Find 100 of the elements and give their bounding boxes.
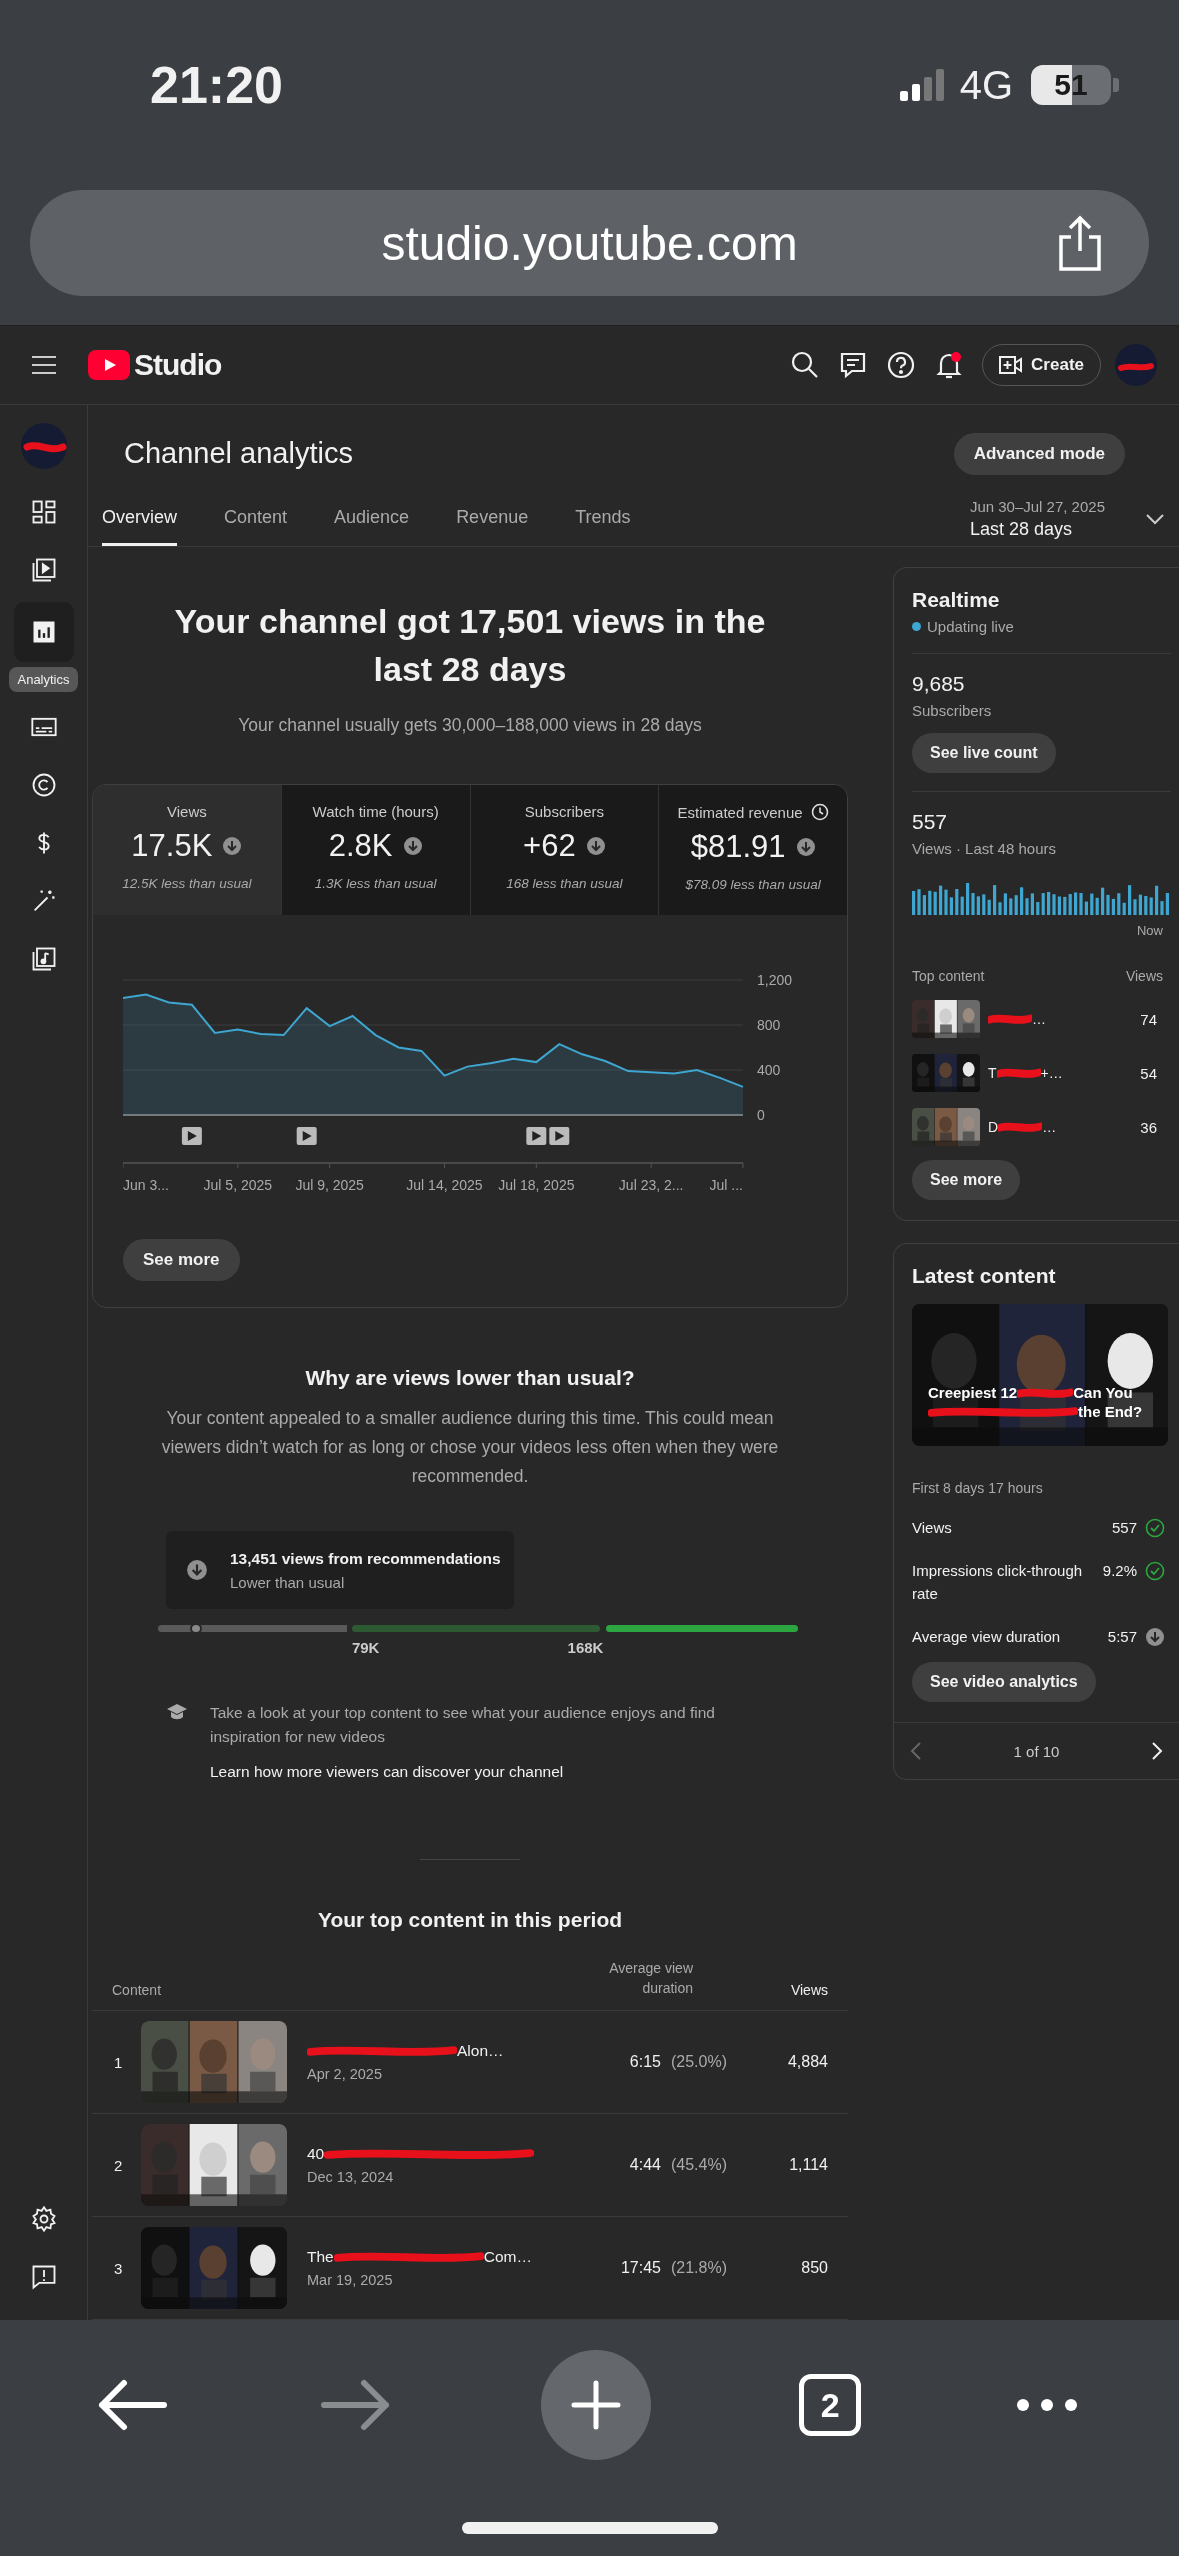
publish-date: Apr 2, 2025 <box>307 2066 383 2082</box>
page-indicator: 1 of 10 <box>1013 1742 1060 1760</box>
headline: Your channel got 17,501 views in the last 28 days <box>173 601 767 690</box>
logo-text[interactable]: Studio <box>134 348 222 382</box>
video-title[interactable]: +… <box>1040 1065 1063 1081</box>
play-icon[interactable] <box>526 1127 547 1145</box>
tabs-button[interactable]: 2 <box>799 2374 862 2436</box>
chevron-left-icon[interactable] <box>910 1741 922 1761</box>
video-title[interactable]: the End? <box>1078 1403 1143 1420</box>
live-count-button[interactable]: See live count <box>912 733 1056 773</box>
see-more-button[interactable]: See more <box>912 1160 1021 1200</box>
check-icon <box>1145 1561 1165 1581</box>
live-dot-icon <box>912 622 921 631</box>
axis-label: Jun 3... <box>123 1177 169 1193</box>
date-range[interactable]: Jun 30–Jul 27, 2025 <box>969 498 1105 516</box>
view-count: 54 <box>1140 1064 1157 1082</box>
tip-text: Take a look at your top content to see what your audience enjoys and find inspiration for new videos <box>210 1703 716 1747</box>
card-title: Realtime <box>912 588 1001 612</box>
view-count: 4,884 <box>786 2053 828 2071</box>
stat-label: Average view duration <box>912 1627 1062 1647</box>
video-analytics-button[interactable]: See video analytics <box>912 1662 1096 1702</box>
column-header: Top content <box>912 968 985 984</box>
range-label: 79K <box>351 1639 380 1656</box>
video-title[interactable]: The <box>307 2248 334 2266</box>
graduation-cap-icon <box>166 1703 188 1721</box>
rank-number: 1 <box>114 2053 124 2071</box>
help-icon[interactable] <box>886 350 917 380</box>
stat-label: Impressions click-through rate <box>912 1561 1084 1604</box>
advanced-mode-button[interactable]: Advanced mode <box>953 432 1125 475</box>
live-status: Updating live <box>927 618 1014 635</box>
address-bar[interactable]: studio.youtube.com <box>30 190 1149 296</box>
menu-icon[interactable] <box>30 353 58 377</box>
explanation-text: Your content appealed to a smaller audience during this time. This could mean viewers didn’t watch for as long or chose your videos less often when they were recommended. <box>160 1407 780 1488</box>
redaction-scribble <box>988 1012 1032 1026</box>
metric-tab[interactable]: Views 17.5K 12.5K less than usual <box>93 785 282 915</box>
range-label: 168K <box>567 1639 604 1656</box>
rank-number: 2 <box>114 2156 124 2174</box>
axis-label: Now <box>1136 923 1164 938</box>
publish-date: Mar 19, 2025 <box>307 2272 394 2288</box>
axis-label: 400 <box>757 1062 781 1078</box>
play-icon[interactable] <box>549 1127 570 1145</box>
video-plus-icon <box>999 355 1024 375</box>
section-title: Why are views lower than usual? <box>305 1366 635 1390</box>
video-title[interactable]: 40 <box>307 2145 325 2163</box>
help-link[interactable]: Learn how more viewers can discover your channel <box>210 1763 750 1781</box>
axis-label: Jul 9, 2025 <box>295 1177 364 1193</box>
stat-value: 9.2% <box>1102 1561 1137 1581</box>
video-title[interactable]: Alon… <box>457 2042 504 2060</box>
stat-label: Subscribers <box>912 702 993 719</box>
nav-tooltip: Analytics <box>9 667 78 692</box>
play-logo-icon[interactable] <box>88 350 130 380</box>
axis-label: 800 <box>757 1017 781 1033</box>
avatar-icon[interactable] <box>1115 344 1157 386</box>
stat-label: Views · Last 48 hours <box>912 840 1057 857</box>
recommendation-views: 13,451 views from recommendations <box>230 1549 501 1568</box>
network-type: 4G <box>959 62 1013 108</box>
period-label[interactable]: Last 28 days <box>969 519 1105 541</box>
play-icon[interactable] <box>181 1127 202 1145</box>
clock-time: 21:20 <box>150 55 284 115</box>
view-duration: 4:44 (45.4%) <box>628 2156 727 2174</box>
column-header[interactable]: Views <box>693 1982 828 1998</box>
tab[interactable]: Content <box>224 492 288 546</box>
video-title[interactable]: T <box>988 1065 997 1081</box>
settings-icon[interactable] <box>29 2205 58 2233</box>
card-title: Latest content <box>912 1264 1057 1288</box>
video-title[interactable]: … <box>1042 1119 1057 1135</box>
stat-label: Views <box>912 1518 953 1538</box>
tab[interactable]: Trends <box>575 492 631 546</box>
column-header[interactable]: Average view duration <box>563 1958 693 1998</box>
see-more-button[interactable]: See more <box>123 1239 240 1281</box>
metric-tab[interactable]: Watch time (hours) 2.8K 1.3K less than usual <box>281 785 471 915</box>
avatar-icon[interactable] <box>20 423 67 469</box>
axis-label: Jul 14, 2025 <box>406 1177 483 1193</box>
play-icon[interactable] <box>296 1127 317 1145</box>
video-title[interactable]: Com… <box>483 2248 532 2266</box>
axis-label: Jul 18, 2025 <box>498 1177 575 1193</box>
period-label: First 8 days 17 hours <box>912 1480 1044 1496</box>
chevron-down-icon[interactable] <box>1145 512 1165 527</box>
rank-number: 3 <box>114 2259 124 2277</box>
column-header: Content <box>112 1982 163 1998</box>
redaction-scribble <box>1017 1385 1074 1400</box>
redaction-scribble <box>996 1066 1041 1080</box>
chevron-right-icon[interactable] <box>1151 1741 1163 1761</box>
tab[interactable]: Audience <box>334 492 410 546</box>
publish-date: Dec 13, 2024 <box>307 2169 395 2185</box>
video-title[interactable]: Creepiest 12 <box>928 1384 1018 1401</box>
check-icon <box>1145 1518 1165 1538</box>
metric-tab[interactable]: Estimated revenue $81.91 $78.09 less than usual <box>659 785 847 915</box>
video-title[interactable]: … <box>1032 1011 1046 1027</box>
video-title[interactable]: Can You <box>1073 1384 1133 1401</box>
axis-label: 0 <box>757 1107 765 1123</box>
stat-value: 557 <box>1111 1518 1137 1538</box>
view-count: 36 <box>1140 1118 1157 1136</box>
column-header: Views <box>1125 968 1163 984</box>
tab[interactable]: Revenue <box>456 492 529 546</box>
metric-tab[interactable]: Subscribers +62 168 less than usual <box>470 785 660 915</box>
section-title: Your top content in this period <box>317 1908 623 1932</box>
plus-icon <box>570 2379 623 2431</box>
tab[interactable]: Overview <box>102 492 177 546</box>
video-title[interactable]: D <box>988 1119 999 1135</box>
